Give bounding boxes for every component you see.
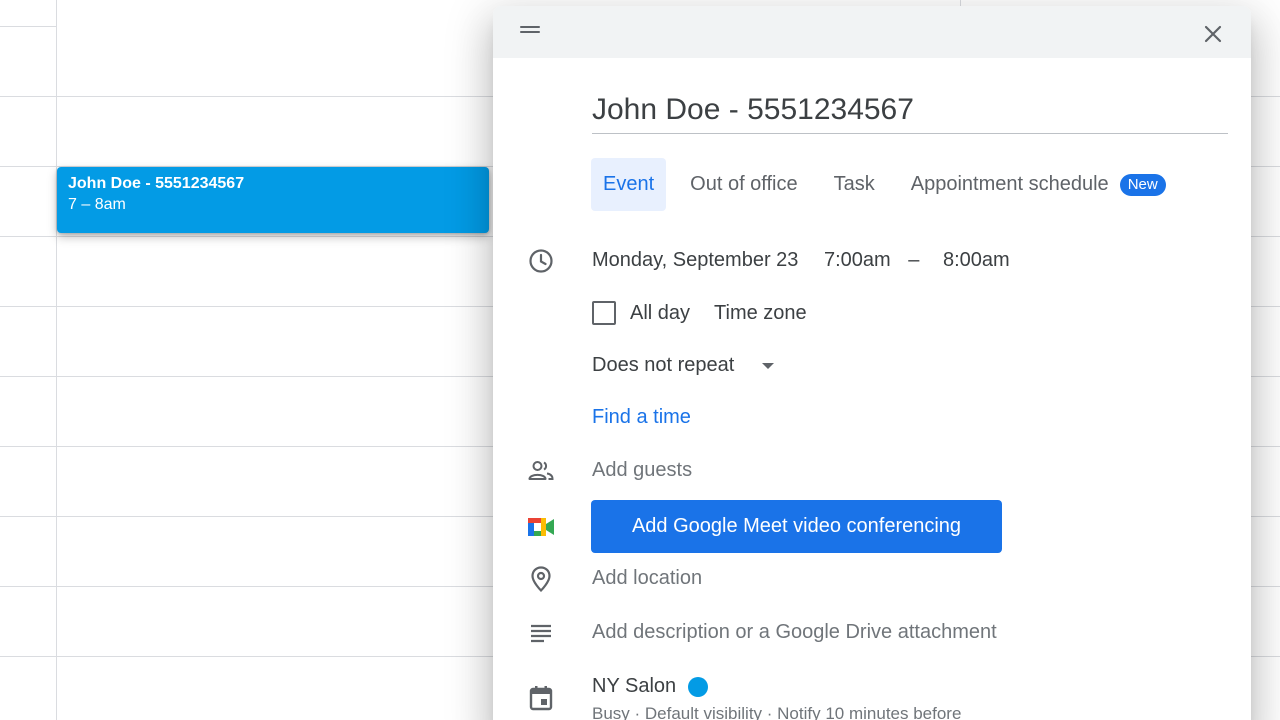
grid-divider [56,0,57,720]
event-chip-time: 7 – 8am [68,196,126,213]
calendar-details[interactable]: Busy · Default visibility · Notify 10 mi… [592,704,961,720]
google-meet-icon [527,513,555,541]
event-date[interactable]: Monday, September 23 [592,249,798,271]
location-pin-icon [527,565,555,593]
add-location-input[interactable]: Add location [592,567,702,590]
close-button[interactable] [1197,18,1229,50]
time-separator: – [908,249,920,271]
event-type-tabs: Event Out of office Task Appointment sch… [591,158,1178,211]
find-a-time-link[interactable]: Find a time [592,406,691,429]
clock-icon [527,247,555,275]
all-day-label[interactable]: All day [630,302,690,325]
calendar-name: NY Salon [592,675,677,697]
event-chip-title: John Doe - 5551234567 [68,175,245,192]
all-day-row: All day Time zone [592,300,807,326]
event-title-input[interactable] [592,86,1228,134]
chevron-down-icon [762,363,775,369]
time-zone-button[interactable]: Time zone [714,302,807,325]
event-start-time[interactable]: 7:00am [824,249,891,271]
tab-label: Event [603,173,655,195]
repeat-value: Does not repeat [592,353,735,376]
people-icon [527,457,555,485]
tab-label: Out of office [690,173,798,195]
calendar-selector[interactable]: NY Salon [592,675,709,698]
repeat-dropdown[interactable]: Does not repeat [592,352,775,378]
event-editor-dialog: Event Out of office Task Appointment sch… [493,6,1251,720]
tab-appointment-schedule[interactable]: Appointment schedule New [899,158,1178,211]
calendar-icon [527,684,555,712]
calendar-event-chip[interactable]: John Doe - 5551234567 7 – 8am [57,167,489,233]
add-guests-input[interactable]: Add guests [592,459,692,482]
all-day-checkbox[interactable] [592,301,616,325]
tab-out-of-office[interactable]: Out of office [678,158,809,211]
tab-event[interactable]: Event [591,158,667,211]
tab-task[interactable]: Task [822,158,887,211]
tab-label: Task [833,173,875,195]
add-description-input[interactable]: Add description or a Google Drive attach… [592,621,997,644]
notes-icon [527,619,555,647]
close-icon [1204,25,1222,43]
calendar-color-dot [688,676,709,697]
tab-label: Appointment schedule [910,173,1109,195]
drag-handle-icon[interactable] [520,26,540,36]
date-time-row: Monday, September 23 7:00am – 8:00am [592,249,1030,272]
new-badge: New [1119,173,1166,196]
grid-line [0,26,56,27]
dialog-header[interactable] [493,6,1251,58]
event-end-time[interactable]: 8:00am [943,249,1010,271]
add-google-meet-button[interactable]: Add Google Meet video conferencing [591,500,1002,553]
